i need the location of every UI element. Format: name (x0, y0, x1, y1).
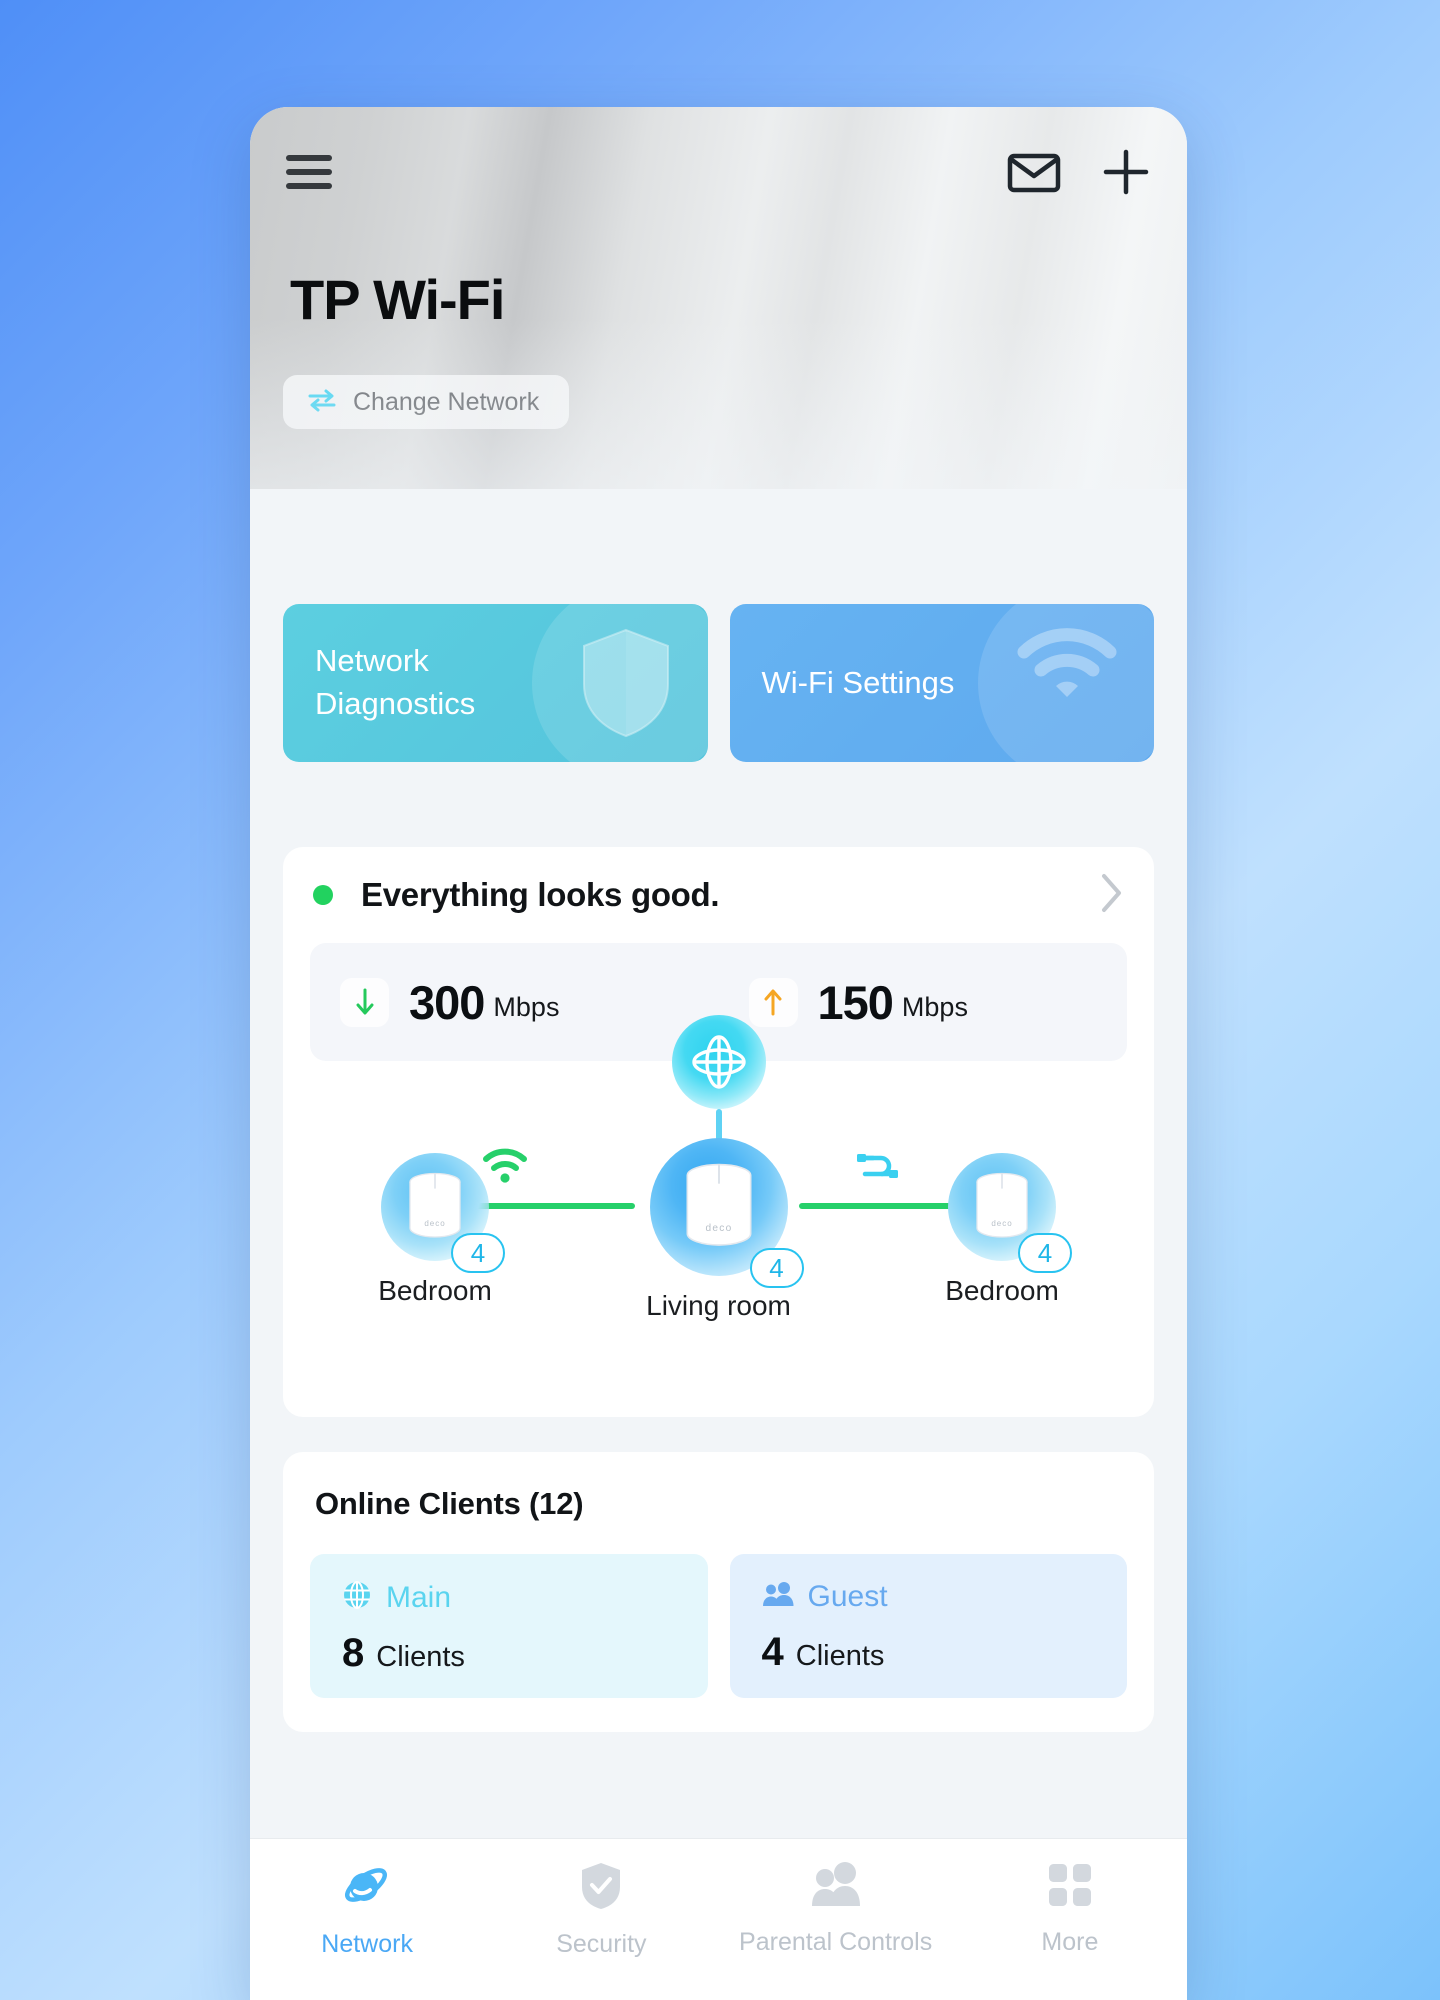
main-tile-name: Main (386, 1580, 452, 1614)
main-client-unit: Clients (376, 1641, 465, 1673)
main-tile-count: 8 Clients (342, 1631, 708, 1676)
download-speed: 300 Mbps (310, 975, 719, 1030)
page-title: TP Wi-Fi (290, 268, 505, 331)
deco-router-icon: deco (409, 1172, 461, 1238)
globe-icon (342, 1580, 372, 1615)
header-toolbar (250, 137, 1187, 207)
main-tile-header: Main (342, 1580, 708, 1615)
device-halo: deco 4 (381, 1153, 505, 1273)
change-network-label: Change Network (353, 387, 540, 416)
topology-node-label: Bedroom (945, 1275, 1059, 1306)
svg-text:deco: deco (705, 1223, 732, 1234)
ethernet-cable-icon (855, 1149, 901, 1188)
status-text: Everything looks good. (361, 876, 720, 913)
quick-actions-row: Network Diagnostics Wi-Fi Settings (283, 604, 1154, 762)
status-badge (313, 885, 333, 905)
guest-client-unit: Clients (795, 1640, 885, 1672)
svg-text:deco: deco (991, 1219, 1012, 1228)
wifi-settings-label: Wi-Fi Settings (761, 664, 955, 700)
guest-tile-count: 4 Clients (762, 1630, 1128, 1675)
network-topology: deco 4 Bedroom deco 4 Living room deco 4… (283, 1015, 1154, 1395)
main-client-count: 8 (342, 1631, 365, 1675)
device-halo: deco 4 (948, 1153, 1072, 1273)
arrow-down-icon (340, 977, 389, 1027)
tab-more-label: More (1041, 1928, 1099, 1956)
tab-parental-controls-label: Parental Controls (739, 1928, 933, 1956)
planet-orbit-icon (341, 1861, 393, 1916)
online-clients-card: Online Clients (12) Main 8 Clients Guest… (283, 1452, 1154, 1732)
chevron-right-icon[interactable] (1100, 872, 1124, 919)
topology-node-label: Living room (646, 1290, 791, 1321)
wifi-icon (1014, 626, 1120, 711)
client-count-badge: 4 (1018, 1233, 1072, 1273)
tab-network-label: Network (321, 1930, 413, 1958)
phone-screen: TP Wi-Fi Change Network Network Diagnost… (250, 107, 1187, 2000)
client-count-badge: 4 (451, 1233, 505, 1273)
wifi-signal-icon (481, 1147, 529, 1188)
topology-node-label: Bedroom (378, 1275, 492, 1306)
arrow-up-icon (748, 977, 798, 1027)
change-network-button[interactable]: Change Network (283, 375, 570, 429)
deco-router-icon: deco (686, 1163, 751, 1246)
svg-text:deco: deco (424, 1219, 445, 1228)
wifi-settings-card[interactable]: Wi-Fi Settings (729, 604, 1154, 762)
device-halo: deco 4 (649, 1138, 804, 1288)
shield-check-icon (579, 1861, 623, 1916)
tab-security[interactable]: Security (484, 1861, 718, 1959)
plus-icon[interactable] (1101, 147, 1151, 197)
header-actions (1007, 147, 1151, 197)
status-row[interactable]: Everything looks good. (283, 847, 1154, 943)
topology-node[interactable]: deco 4 Bedroom (894, 1153, 1110, 1307)
grid-squares-icon (1046, 1861, 1094, 1914)
upload-value: 150 (817, 975, 894, 1029)
upload-unit: Mbps (901, 991, 968, 1022)
envelope-icon[interactable] (1007, 151, 1061, 193)
upload-speed: 150 Mbps (719, 975, 1128, 1030)
tab-parental-controls[interactable]: Parental Controls (719, 1861, 953, 1957)
download-value: 300 (409, 975, 485, 1029)
guest-network-tile[interactable]: Guest 4 Clients (729, 1554, 1128, 1698)
guest-client-count: 4 (761, 1630, 784, 1674)
network-status-card: Everything looks good. 300 Mbps 150 Mbps… (283, 847, 1154, 1417)
app-header: TP Wi-Fi Change Network (250, 107, 1187, 489)
guest-tile-header: Guest (762, 1580, 1128, 1614)
main-network-tile[interactable]: Main 8 Clients (310, 1554, 708, 1698)
hamburger-menu-icon[interactable] (286, 155, 332, 189)
client-tiles-row: Main 8 Clients Guest 4 Clients (283, 1522, 1154, 1698)
deco-router-icon: deco (976, 1172, 1028, 1238)
tab-network[interactable]: Network (250, 1861, 484, 1959)
exchange-arrows-icon (307, 388, 337, 417)
shield-icon (578, 626, 674, 745)
bottom-navigation: Network Security Parental Controls More (250, 1839, 1187, 2000)
client-count-badge: 4 (749, 1248, 804, 1288)
tab-security-label: Security (556, 1930, 647, 1958)
guest-tile-name: Guest (807, 1580, 888, 1613)
people-icon (762, 1581, 794, 1614)
globe-icon[interactable] (671, 1015, 766, 1109)
online-clients-title: Online Clients (12) (315, 1486, 584, 1521)
network-diagnostics-label: Network Diagnostics (315, 643, 476, 721)
topology-node[interactable]: deco 4 Living room (589, 1138, 849, 1322)
people-icon (810, 1861, 862, 1914)
download-unit: Mbps (493, 991, 560, 1022)
tab-more[interactable]: More (953, 1861, 1187, 1957)
network-diagnostics-card[interactable]: Network Diagnostics (283, 604, 708, 762)
